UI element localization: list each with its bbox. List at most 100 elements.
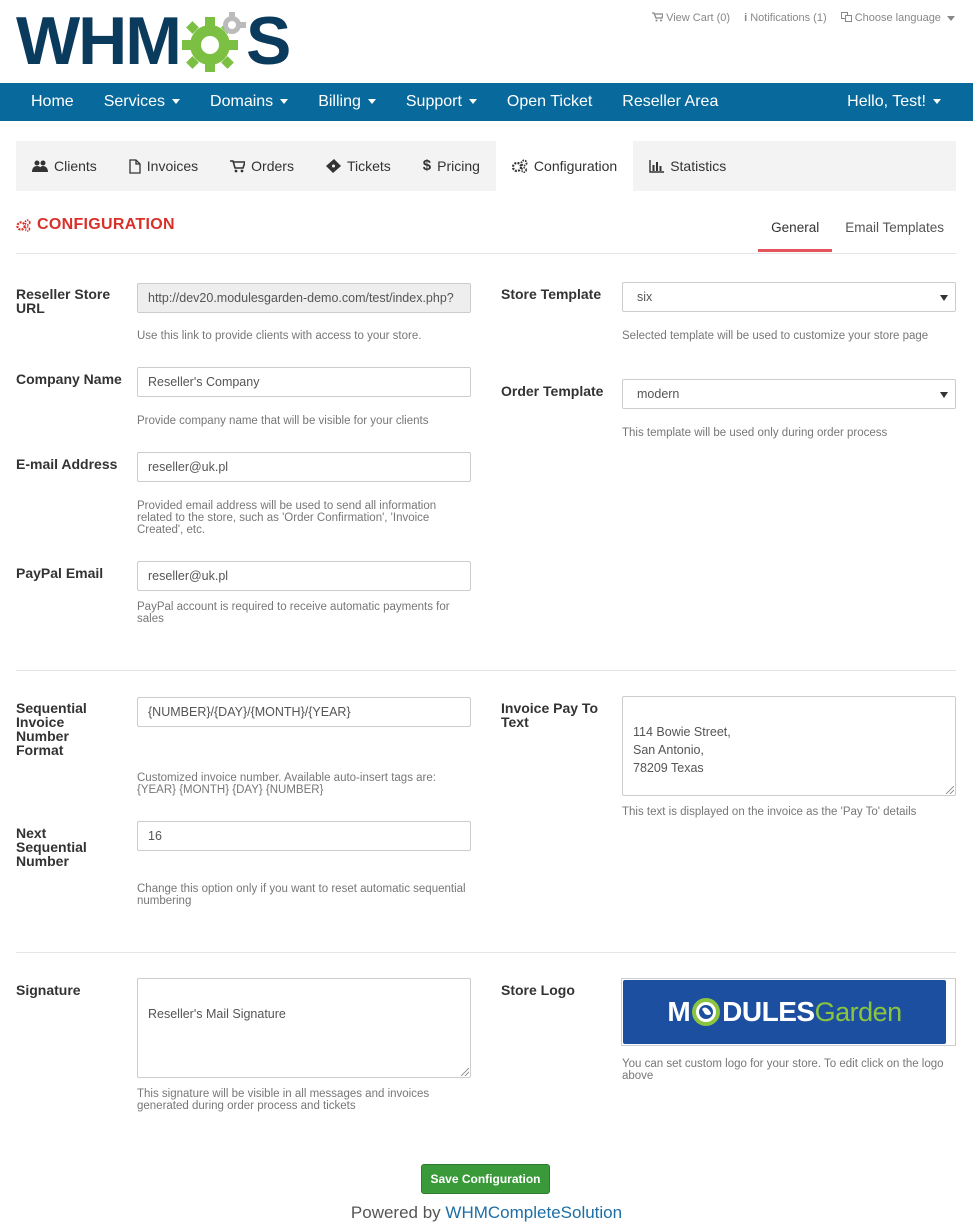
file-icon xyxy=(129,158,141,174)
user-menu[interactable]: Hello, Test! xyxy=(832,83,973,121)
tab-pricing[interactable]: $ Pricing xyxy=(407,141,496,191)
logo-letter: M xyxy=(667,996,691,1027)
tab-label: Configuration xyxy=(533,158,618,174)
nav-label: Services xyxy=(103,93,166,110)
users-icon xyxy=(32,160,48,172)
tab-label: Tickets xyxy=(346,158,391,174)
nav-label: Domains xyxy=(210,93,274,110)
tab-label: Orders xyxy=(251,158,294,174)
reseller-tabs: Clients Invoices Orders Tickets $ Pricin… xyxy=(16,141,956,191)
store-url-label: Reseller Store URL xyxy=(16,286,111,316)
tab-clients[interactable]: Clients xyxy=(16,141,113,191)
logo-text-garden: Garden xyxy=(814,996,903,1027)
tab-label: Pricing xyxy=(437,158,480,174)
tab-configuration[interactable]: Configuration xyxy=(495,141,634,191)
caret-down-icon xyxy=(933,99,941,105)
signature-textarea[interactable]: Reseller's Mail Signature xyxy=(137,978,471,1078)
signature-help: This signature will be visible in all me… xyxy=(137,1088,430,1112)
store-template-select[interactable]: six xyxy=(622,282,956,312)
logo-text-left: WHM xyxy=(16,3,182,79)
store-template-label: Store Template xyxy=(501,286,602,302)
view-cart-link[interactable]: View Cart (0) xyxy=(652,12,730,24)
footer-link[interactable]: WHMCompleteSolution xyxy=(445,1203,622,1222)
notifications-label: Notifications (1) xyxy=(750,12,827,24)
nav-home[interactable]: Home xyxy=(0,83,89,121)
resize-grip-icon[interactable] xyxy=(946,786,954,794)
company-name-field[interactable]: Reseller's Company xyxy=(137,367,471,397)
nav-open-ticket[interactable]: Open Ticket xyxy=(492,83,607,121)
store-url-field[interactable]: http://dev20.modulesgarden-demo.com/test… xyxy=(137,283,471,313)
nav-label: Open Ticket xyxy=(506,93,593,110)
next-number-help: Change this option only if you want to r… xyxy=(137,883,466,907)
invoice-format-label: Sequential Invoice Number Format xyxy=(16,700,87,758)
nav-label: Billing xyxy=(318,93,361,110)
nav-label: Reseller Area xyxy=(622,93,719,110)
top-links: View Cart (0) i Notifications (1) Choose… xyxy=(652,12,955,24)
caret-down-icon xyxy=(280,99,289,105)
tab-invoices[interactable]: Invoices xyxy=(113,141,214,191)
tab-orders[interactable]: Orders xyxy=(214,141,310,191)
nav-domains[interactable]: Domains xyxy=(195,83,303,121)
notifications-link[interactable]: i Notifications (1) xyxy=(744,12,827,24)
nav-reseller-area[interactable]: Reseller Area xyxy=(607,83,733,121)
tab-general[interactable]: General xyxy=(758,210,833,252)
nav-services[interactable]: Services xyxy=(89,83,195,121)
store-url-help: Use this link to provide clients with ac… xyxy=(137,330,422,342)
main-navbar: Home Services Domains Billing Support Op… xyxy=(0,83,973,121)
footer-prefix: Powered by xyxy=(350,1203,446,1222)
divider xyxy=(16,670,956,671)
store-template-value: six xyxy=(637,290,653,304)
company-name-help: Provide company name that will be visibl… xyxy=(137,415,429,427)
globe-gear-icon xyxy=(692,998,721,1026)
order-template-select[interactable]: modern xyxy=(622,379,956,409)
user-greeting: Hello, Test! xyxy=(847,93,926,110)
tab-statistics[interactable]: Statistics xyxy=(633,141,742,191)
invoice-format-field[interactable]: {NUMBER}/{DAY}/{MONTH}/{YEAR} xyxy=(137,697,471,727)
tab-label: Invoices xyxy=(146,158,199,174)
store-logo-upload[interactable]: M DULES Garden xyxy=(621,978,956,1046)
email-address-field[interactable]: reseller@uk.pl xyxy=(137,452,471,482)
language-link[interactable]: Choose language xyxy=(840,12,955,24)
divider xyxy=(16,952,956,953)
nav-billing[interactable]: Billing xyxy=(303,83,391,121)
whmcs-logo[interactable]: WHM S xyxy=(16,3,296,79)
order-template-label: Order Template xyxy=(501,383,604,399)
tab-label: Clients xyxy=(54,158,97,174)
dollar-icon: $ xyxy=(422,157,432,174)
store-logo-help: You can set custom logo for your store. … xyxy=(622,1058,944,1082)
divider xyxy=(16,253,956,254)
caret-down-icon xyxy=(172,99,181,105)
next-number-label: Next Sequential Number xyxy=(16,825,87,869)
store-template-help: Selected template will be used to custom… xyxy=(622,330,929,342)
signature-label: Signature xyxy=(16,982,81,998)
store-logo-label: Store Logo xyxy=(501,982,575,998)
resize-grip-icon[interactable] xyxy=(461,1068,469,1076)
invoice-format-help: Customized invoice number. Available aut… xyxy=(137,772,436,796)
view-cart-label: View Cart (0) xyxy=(666,12,731,24)
paypal-email-help: PayPal account is required to receive au… xyxy=(137,601,450,625)
paypal-email-field[interactable]: reseller@uk.pl xyxy=(137,561,471,591)
logo-text-right: S xyxy=(245,3,291,79)
footer: Powered by WHMCompleteSolution xyxy=(0,1203,973,1223)
tab-label: Statistics xyxy=(670,158,727,174)
modulesgarden-logo: M DULES Garden xyxy=(623,980,946,1044)
config-subtabs: General Email Templates xyxy=(758,210,957,252)
tab-email-templates[interactable]: Email Templates xyxy=(832,210,957,252)
email-address-help: Provided email address will be used to s… xyxy=(137,500,437,536)
chevron-down-icon xyxy=(947,15,955,21)
next-number-field[interactable]: 16 xyxy=(137,821,471,851)
save-configuration-button[interactable]: Save Configuration xyxy=(421,1164,550,1194)
logo-text: DULES xyxy=(722,996,815,1027)
nav-label: Support xyxy=(405,93,462,110)
order-template-value: modern xyxy=(637,387,680,401)
language-label: Choose language xyxy=(854,12,941,24)
page-title-text: CONFIGURATION xyxy=(37,216,175,233)
caret-down-icon xyxy=(940,295,948,301)
nav-support[interactable]: Support xyxy=(391,83,492,121)
order-template-help: This template will be used only during o… xyxy=(622,427,888,439)
pay-to-textarea[interactable]: 114 Bowie Street, San Antonio, 78209 Tex… xyxy=(622,696,956,796)
caret-down-icon xyxy=(940,392,948,398)
nav-label: Home xyxy=(31,93,74,110)
tab-tickets[interactable]: Tickets xyxy=(310,141,407,191)
ticket-icon xyxy=(325,159,341,173)
